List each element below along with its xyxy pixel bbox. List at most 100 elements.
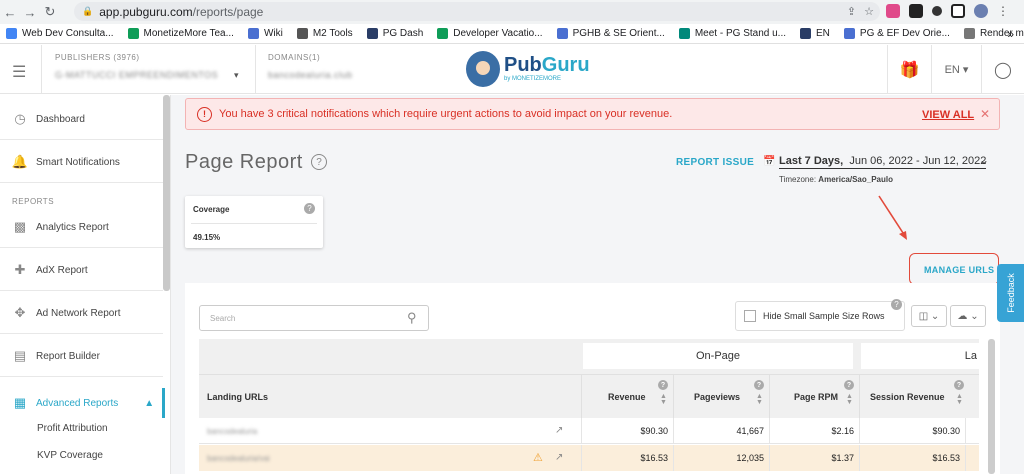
gift-icon[interactable]: 🎁 [887, 45, 931, 94]
column-pageviews[interactable]: Pageviews? ▲ ▼ [673, 375, 769, 419]
bar-chart-icon: ▩ [13, 219, 27, 234]
external-link-icon[interactable]: ↗ [555, 452, 563, 463]
puzzle-icon[interactable] [932, 6, 942, 16]
address-bar[interactable]: 🔒 app.pubguru.com/reports/page ⇪ ☆ [74, 2, 880, 21]
help-icon[interactable]: ? [304, 203, 315, 214]
timezone: Timezone: America/Sao_Paulo [779, 175, 893, 184]
chevron-down-icon[interactable]: ⌄ [979, 153, 989, 167]
hamburger-menu-icon[interactable]: ☰ [12, 62, 26, 82]
bookmark-item[interactable]: PGHB & SE Orient... [556, 28, 665, 39]
sort-icon[interactable]: ▲ ▼ [846, 393, 853, 406]
forward-icon[interactable]: → [20, 5, 40, 20]
bookmark-item[interactable]: Developer Vacatio... [437, 28, 543, 39]
domain-select[interactable]: bancodealuria.club [268, 70, 353, 80]
bookmark-item[interactable]: PG & EF Dev Orie... [843, 28, 950, 39]
sort-icon[interactable]: ▲ ▼ [660, 393, 667, 406]
star-icon[interactable]: ☆ [864, 5, 874, 18]
pubguru-logo[interactable]: PubGuru by MONETIZEMORE [466, 51, 590, 87]
sidebar-scrollbar[interactable] [163, 95, 170, 291]
bookmark-item[interactable]: Wiki [247, 28, 283, 39]
help-icon[interactable]: ? [844, 380, 854, 390]
table-row[interactable]: bancodealuria/vai ⚠ ↗ $16.53 12,035 $1.3… [199, 445, 979, 471]
report-issue-button[interactable]: REPORT ISSUE [676, 157, 754, 168]
table-group-header: On-Page La [199, 339, 979, 374]
cell-page-rpm: $1.37 [769, 445, 859, 471]
back-icon[interactable]: ← [0, 5, 20, 20]
sidebar-subitem-profit-attribution[interactable]: Profit Attribution [37, 423, 108, 434]
extension-icon[interactable] [886, 4, 900, 18]
extension-icon[interactable] [909, 4, 923, 18]
search-input[interactable]: Search [199, 305, 429, 331]
bookmark-icon [366, 28, 378, 39]
help-icon[interactable]: ? [754, 380, 764, 390]
cell-next [965, 418, 979, 444]
sidepanel-icon[interactable] [951, 4, 965, 18]
column-revenue[interactable]: Revenue? ▲ ▼ [581, 375, 673, 419]
manage-urls-button[interactable]: MANAGE URLS [924, 265, 994, 275]
column-session-revenue[interactable]: Session Revenue? ▲ ▼ [859, 375, 965, 419]
app-header: ☰ PUBLISHERS (3976) G-MATTUCCI EMPREENDI… [0, 45, 1024, 94]
sidebar-item-smart-notifications[interactable]: 🔔 Smart Notifications [12, 154, 120, 170]
reload-icon[interactable]: ↻ [40, 4, 60, 20]
chevron-down-icon: ⌄ [970, 310, 979, 322]
bookmark-item[interactable]: MonetizeMore Tea... [127, 28, 234, 39]
help-icon[interactable]: ? [311, 154, 327, 170]
sort-icon[interactable]: ▲ ▼ [756, 393, 763, 406]
table-scrollbar[interactable] [988, 339, 995, 474]
chevron-down-icon[interactable]: ▾ [234, 70, 239, 81]
sidebar-subitem-kvp-coverage[interactable]: KVP Coverage [37, 450, 103, 461]
main-content: ! You have 3 critical notifications whic… [171, 95, 1024, 474]
sidebar-item-advanced-reports[interactable]: ▦ Advanced Reports ▲ [12, 395, 154, 411]
group-next: La [861, 343, 979, 369]
divider [41, 45, 42, 94]
extensions: ⋮ [886, 4, 1009, 18]
columns-button[interactable]: ◫ ⌄ [911, 305, 947, 327]
publisher-select[interactable]: G-MATTUCCI EMPREENDIMENTOS [55, 70, 218, 80]
landing-url[interactable]: bancodealuria/vai [207, 454, 270, 463]
close-icon[interactable]: ✕ [980, 107, 990, 121]
column-page-rpm[interactable]: Page RPM? ▲ ▼ [769, 375, 859, 419]
sidebar-item-ad-network-report[interactable]: ✥ Ad Network Report [12, 305, 121, 321]
sort-icon[interactable]: ▲ ▼ [956, 393, 963, 406]
help-icon[interactable]: ? [658, 380, 668, 390]
bookmark-item[interactable]: Meet - PG Stand u... [678, 28, 786, 39]
sidebar-item-report-builder[interactable]: ▤ Report Builder [12, 348, 100, 364]
column-landing-urls[interactable]: Landing URLs [199, 375, 581, 419]
more-bookmarks-icon[interactable]: » [1007, 27, 1014, 41]
sidebar-item-adx-report[interactable]: ✚ AdX Report [12, 262, 88, 278]
bookmark-item[interactable]: M2 Tools [296, 28, 353, 39]
chevron-down-icon: ▾ [962, 64, 969, 76]
table-row[interactable]: bancodealuria ↗ $90.30 41,667 $2.16 $90.… [199, 418, 979, 444]
bookmark-item[interactable]: Web Dev Consulta... [6, 28, 114, 39]
divider [0, 247, 163, 248]
share-icon[interactable]: ⇪ [847, 5, 856, 18]
bookmark-icon [678, 28, 690, 39]
cell-session-revenue: $90.30 [859, 418, 965, 444]
menu-icon[interactable]: ⋮ [997, 4, 1009, 18]
help-icon[interactable]: ? [891, 299, 902, 310]
mascot-icon [466, 51, 500, 87]
divider [0, 182, 163, 183]
export-button[interactable]: ☁ ⌄ [950, 305, 986, 327]
external-link-icon[interactable]: ↗ [555, 425, 563, 436]
warning-icon: ⚠ [533, 452, 543, 464]
checkbox[interactable] [744, 310, 756, 322]
bookmark-item[interactable]: PG Dash [366, 28, 423, 39]
view-all-link[interactable]: VIEW ALL [922, 109, 974, 121]
sidebar-item-dashboard[interactable]: ◷ Dashboard [12, 111, 85, 127]
bell-icon: 🔔 [11, 154, 29, 169]
search-icon[interactable]: ⚲ [407, 310, 417, 326]
feedback-tab[interactable]: Feedback [997, 264, 1024, 322]
profile-avatar[interactable] [974, 4, 988, 18]
cell-pageviews: 41,667 [673, 418, 769, 444]
bookmark-item[interactable]: Render more than... [963, 28, 1024, 39]
help-icon[interactable]: ? [954, 380, 964, 390]
landing-url[interactable]: bancodealuria [207, 427, 257, 436]
user-account-icon[interactable]: ◯ [981, 45, 1024, 94]
language-select[interactable]: EN ▾ [931, 45, 981, 94]
date-range-picker[interactable]: Last 7 Days, Jun 06, 2022 - Jun 12, 2022 [779, 155, 987, 169]
sidebar-item-analytics-report[interactable]: ▩ Analytics Report [12, 219, 109, 235]
report-table-panel: Search ⚲ Hide Small Sample Size Rows ? ◫… [185, 283, 1000, 474]
bookmark-item[interactable]: EN [800, 28, 830, 39]
hide-small-sample-toggle[interactable]: Hide Small Sample Size Rows [735, 301, 905, 331]
